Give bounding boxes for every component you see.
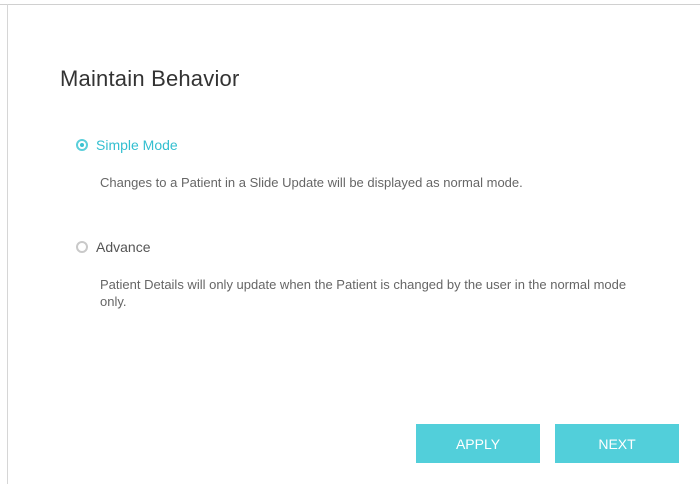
option-simple-mode: Simple Mode Changes to a Patient in a Sl… — [76, 134, 656, 191]
dialog-page: Maintain Behavior Simple Mode Changes to… — [0, 0, 700, 484]
radio-advance-label[interactable]: Advance — [96, 239, 150, 255]
dialog-title: Maintain Behavior — [60, 66, 240, 91]
top-border — [0, 4, 700, 5]
radio-simple-mode-label[interactable]: Simple Mode — [96, 137, 178, 153]
next-button[interactable]: NEXT — [555, 424, 679, 463]
radio-advance-row[interactable]: Advance — [76, 236, 656, 258]
advance-description: Patient Details will only update when th… — [100, 277, 627, 309]
apply-button[interactable]: APPLY — [416, 424, 540, 463]
option-advance: Advance Patient Details will only update… — [76, 236, 656, 310]
radio-simple-mode[interactable] — [76, 139, 88, 151]
radio-advance[interactable] — [76, 241, 88, 253]
left-border — [7, 4, 8, 484]
radio-simple-mode-row[interactable]: Simple Mode — [76, 134, 656, 156]
simple-mode-description: Changes to a Patient in a Slide Update w… — [100, 175, 523, 190]
